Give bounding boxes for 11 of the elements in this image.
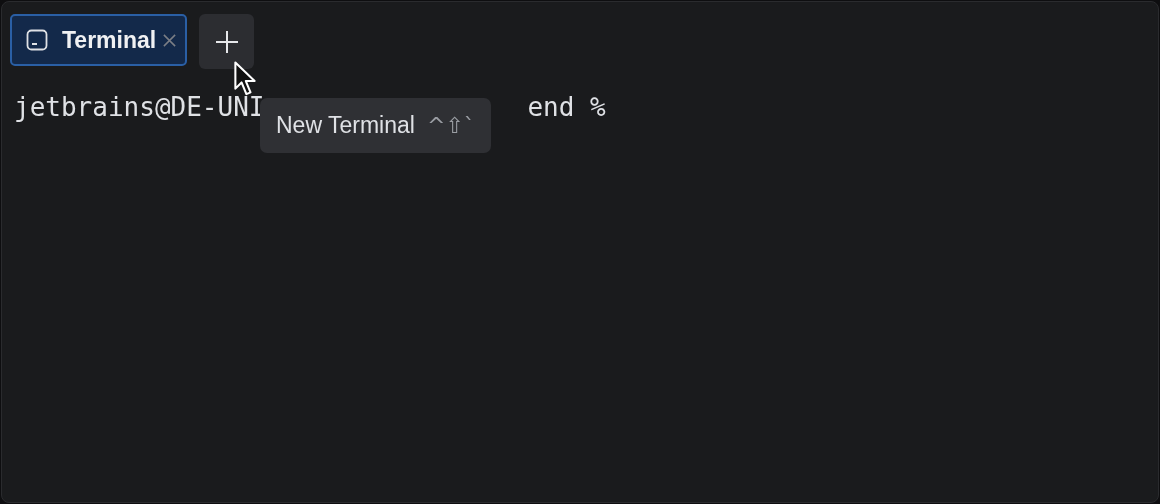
tab-label: Terminal <box>62 26 157 54</box>
terminal-tab[interactable]: Terminal <box>10 14 188 66</box>
prompt-text: end % <box>527 92 606 122</box>
tooltip-text: New Terminal <box>276 112 415 139</box>
mouse-pointer-icon <box>234 61 257 97</box>
close-icon[interactable] <box>162 32 178 48</box>
plus-icon <box>214 29 239 54</box>
terminal-icon <box>26 29 48 51</box>
new-tab-button[interactable] <box>199 14 255 69</box>
prompt-text: jetbrains@DE-UNI <box>14 92 265 122</box>
shortcut-text: ^⇧` <box>426 113 475 138</box>
